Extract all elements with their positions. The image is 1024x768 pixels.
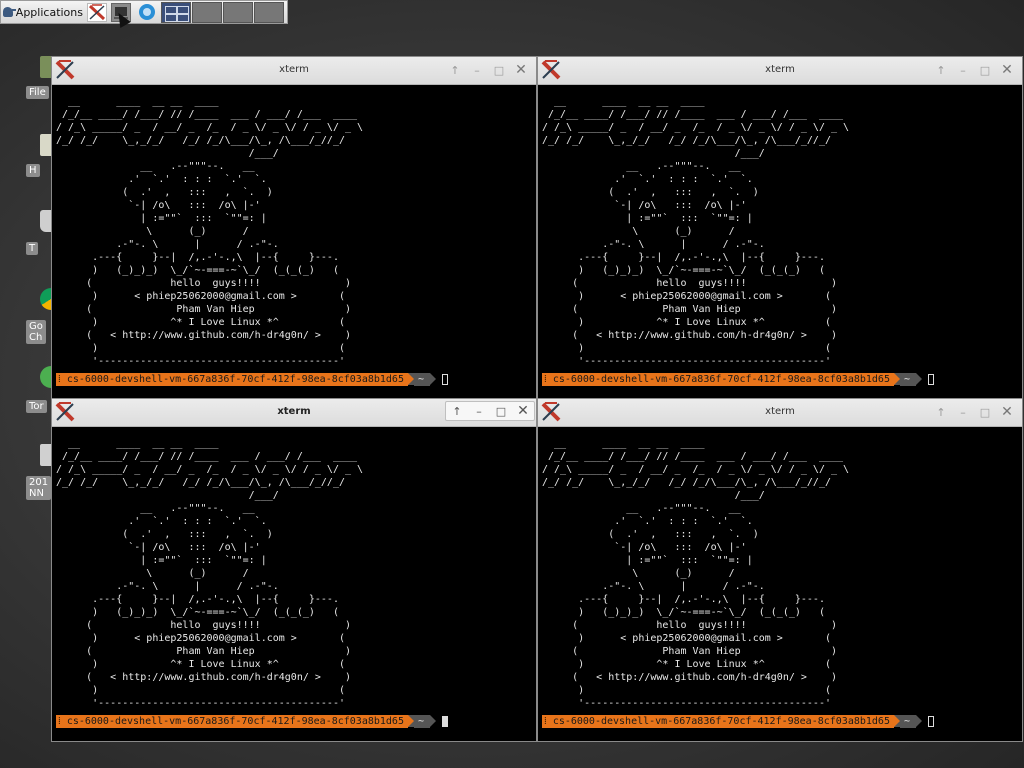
shade-button[interactable]: ↑ xyxy=(932,403,950,421)
window-titlebar[interactable]: xterm ↑ – □ ✕ xyxy=(52,399,536,427)
xterm-window[interactable]: xterm ↑ – □ ✕ __ ____ __ __ ____ /_/__ _… xyxy=(537,56,1023,400)
desktop-icon-label: T xyxy=(26,242,39,255)
maximize-button[interactable]: □ xyxy=(976,61,994,79)
terminal-area[interactable]: __ ____ __ __ ____ /_/__ ____/ /___/ // … xyxy=(52,85,536,399)
prompt-directory: ~ xyxy=(899,372,916,386)
maximize-button[interactable]: □ xyxy=(492,402,510,420)
close-button[interactable]: ✕ xyxy=(998,61,1016,79)
close-button[interactable]: ✕ xyxy=(514,402,532,420)
close-button[interactable]: ✕ xyxy=(998,403,1016,421)
terminal-output: __ ____ __ __ ____ /_/__ ____/ /___/ // … xyxy=(56,96,364,367)
prompt-directory: ~ xyxy=(413,714,430,728)
shell-prompt: cs-6000-devshell-vm-667a836f-70cf-412f-9… xyxy=(542,714,934,728)
applications-menu-label: Applications xyxy=(15,5,83,19)
shell-prompt: cs-6000-devshell-vm-667a836f-70cf-412f-9… xyxy=(56,714,448,728)
prompt-hostname: cs-6000-devshell-vm-667a836f-70cf-412f-9… xyxy=(542,372,894,386)
window-titlebar[interactable]: xterm ↑ – □ ✕ xyxy=(52,57,536,85)
shell-prompt: cs-6000-devshell-vm-667a836f-70cf-412f-9… xyxy=(56,372,448,386)
shade-button[interactable]: ↑ xyxy=(446,61,464,79)
minimize-button[interactable]: – xyxy=(468,61,486,79)
xfce-mouse-icon xyxy=(3,7,16,17)
desktop-icon-label: 201 NN xyxy=(26,476,52,500)
terminal-output: __ ____ __ __ ____ /_/__ ____/ /___/ // … xyxy=(542,96,850,367)
text-cursor xyxy=(442,715,448,727)
desktop-icon-label: File xyxy=(26,86,49,99)
xterm-launcher[interactable] xyxy=(87,3,107,22)
workspace-1[interactable] xyxy=(161,2,191,23)
close-button[interactable]: ✕ xyxy=(512,61,530,79)
xterm-window[interactable]: xterm ↑ – □ ✕ __ ____ __ __ ____ /_/__ _… xyxy=(537,398,1023,742)
xterm-window[interactable]: xterm ↑ – □ ✕ __ ____ __ __ ____ /_/__ _… xyxy=(51,56,537,400)
desktop-icon-label: Tor xyxy=(26,400,47,413)
terminal-output: __ ____ __ __ ____ /_/__ ____/ /___/ // … xyxy=(56,438,364,709)
prompt-directory: ~ xyxy=(899,714,916,728)
text-cursor xyxy=(928,373,934,385)
applications-menu-button[interactable]: Applications xyxy=(3,3,83,21)
text-cursor xyxy=(928,715,934,727)
shell-prompt: cs-6000-devshell-vm-667a836f-70cf-412f-9… xyxy=(542,372,934,386)
prompt-hostname: cs-6000-devshell-vm-667a836f-70cf-412f-9… xyxy=(56,372,408,386)
prompt-directory: ~ xyxy=(413,372,430,386)
workspace-2[interactable] xyxy=(192,2,222,23)
desktop-icon-label: H xyxy=(26,164,40,177)
terminal-area[interactable]: __ ____ __ __ ____ /_/__ ____/ /___/ // … xyxy=(538,427,1022,741)
desktop-icon-label: Go Ch xyxy=(26,320,46,344)
maximize-button[interactable]: □ xyxy=(490,61,508,79)
terminal-area[interactable]: __ ____ __ __ ____ /_/__ ____/ /___/ // … xyxy=(52,427,536,741)
window-titlebar[interactable]: xterm ↑ – □ ✕ xyxy=(538,57,1022,85)
maximize-button[interactable]: □ xyxy=(976,403,994,421)
minimize-button[interactable]: – xyxy=(954,403,972,421)
text-cursor xyxy=(442,373,448,385)
workspace-3[interactable] xyxy=(223,2,253,23)
web-browser-icon xyxy=(139,4,155,20)
workspace-4[interactable] xyxy=(254,2,284,23)
web-browser-launcher[interactable] xyxy=(136,3,158,22)
xterm-icon xyxy=(88,4,106,21)
top-panel: Applications xyxy=(0,0,288,24)
terminal-area[interactable]: __ ____ __ __ ____ /_/__ ____/ /___/ // … xyxy=(538,85,1022,399)
terminal-output: __ ____ __ __ ____ /_/__ ____/ /___/ // … xyxy=(542,438,850,709)
prompt-hostname: cs-6000-devshell-vm-667a836f-70cf-412f-9… xyxy=(56,714,408,728)
shade-button[interactable]: ↑ xyxy=(932,61,950,79)
window-titlebar[interactable]: xterm ↑ – □ ✕ xyxy=(538,399,1022,427)
minimize-button[interactable]: – xyxy=(470,402,488,420)
minimize-button[interactable]: – xyxy=(954,61,972,79)
shade-button[interactable]: ↑ xyxy=(448,402,466,420)
xterm-window-focused[interactable]: xterm ↑ – □ ✕ __ ____ __ __ ____ /_/__ _… xyxy=(51,398,537,742)
prompt-hostname: cs-6000-devshell-vm-667a836f-70cf-412f-9… xyxy=(542,714,894,728)
